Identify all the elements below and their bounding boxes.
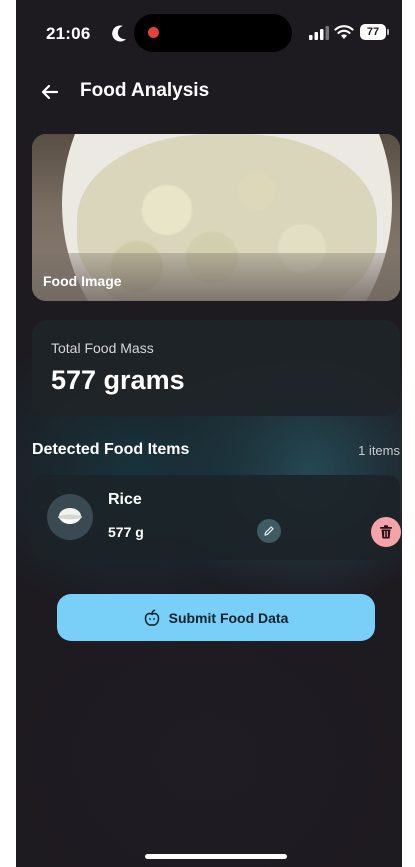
- total-mass-card: Total Food Mass 577 grams: [32, 320, 400, 416]
- food-item-weight: 577 g: [108, 524, 144, 540]
- phone-screen: 21:06 77 Food Analysis Food Image Total …: [16, 0, 402, 867]
- rice-bowl-icon: [47, 494, 93, 540]
- battery-tip: [387, 29, 389, 35]
- food-image-label: Food Image: [43, 273, 122, 289]
- food-image-card: Food Image: [32, 134, 400, 301]
- food-item-name: Rice: [108, 491, 142, 508]
- detected-items-heading: Detected Food Items: [32, 441, 190, 458]
- wifi-icon: [334, 25, 354, 39]
- back-button[interactable]: [38, 80, 62, 104]
- moon-icon: [112, 25, 126, 42]
- total-mass-value: 577 grams: [51, 365, 185, 395]
- signal-icon: [309, 26, 329, 40]
- home-indicator[interactable]: [145, 854, 287, 859]
- submit-food-data-button[interactable]: Submit Food Data: [57, 594, 375, 641]
- battery-indicator: 77: [360, 24, 390, 40]
- arrow-left-icon: [41, 84, 59, 100]
- dynamic-island: [134, 14, 292, 52]
- submit-button-label: Submit Food Data: [168, 609, 289, 626]
- edit-weight-button[interactable]: [257, 519, 281, 543]
- delete-item-button[interactable]: [371, 517, 401, 547]
- battery-level: 77: [360, 24, 386, 40]
- food-item-card: Rice 577 g: [32, 475, 401, 560]
- trash-icon: [380, 525, 392, 539]
- detected-items-count: 1 items: [358, 443, 400, 458]
- apple-icon: [144, 609, 159, 626]
- pencil-icon: [264, 526, 274, 536]
- status-time: 21:06: [46, 24, 91, 43]
- recording-dot: [148, 27, 159, 38]
- page-title: Food Analysis: [80, 80, 210, 101]
- total-mass-label: Total Food Mass: [51, 340, 154, 356]
- rice-bowl-graphic: [58, 508, 82, 524]
